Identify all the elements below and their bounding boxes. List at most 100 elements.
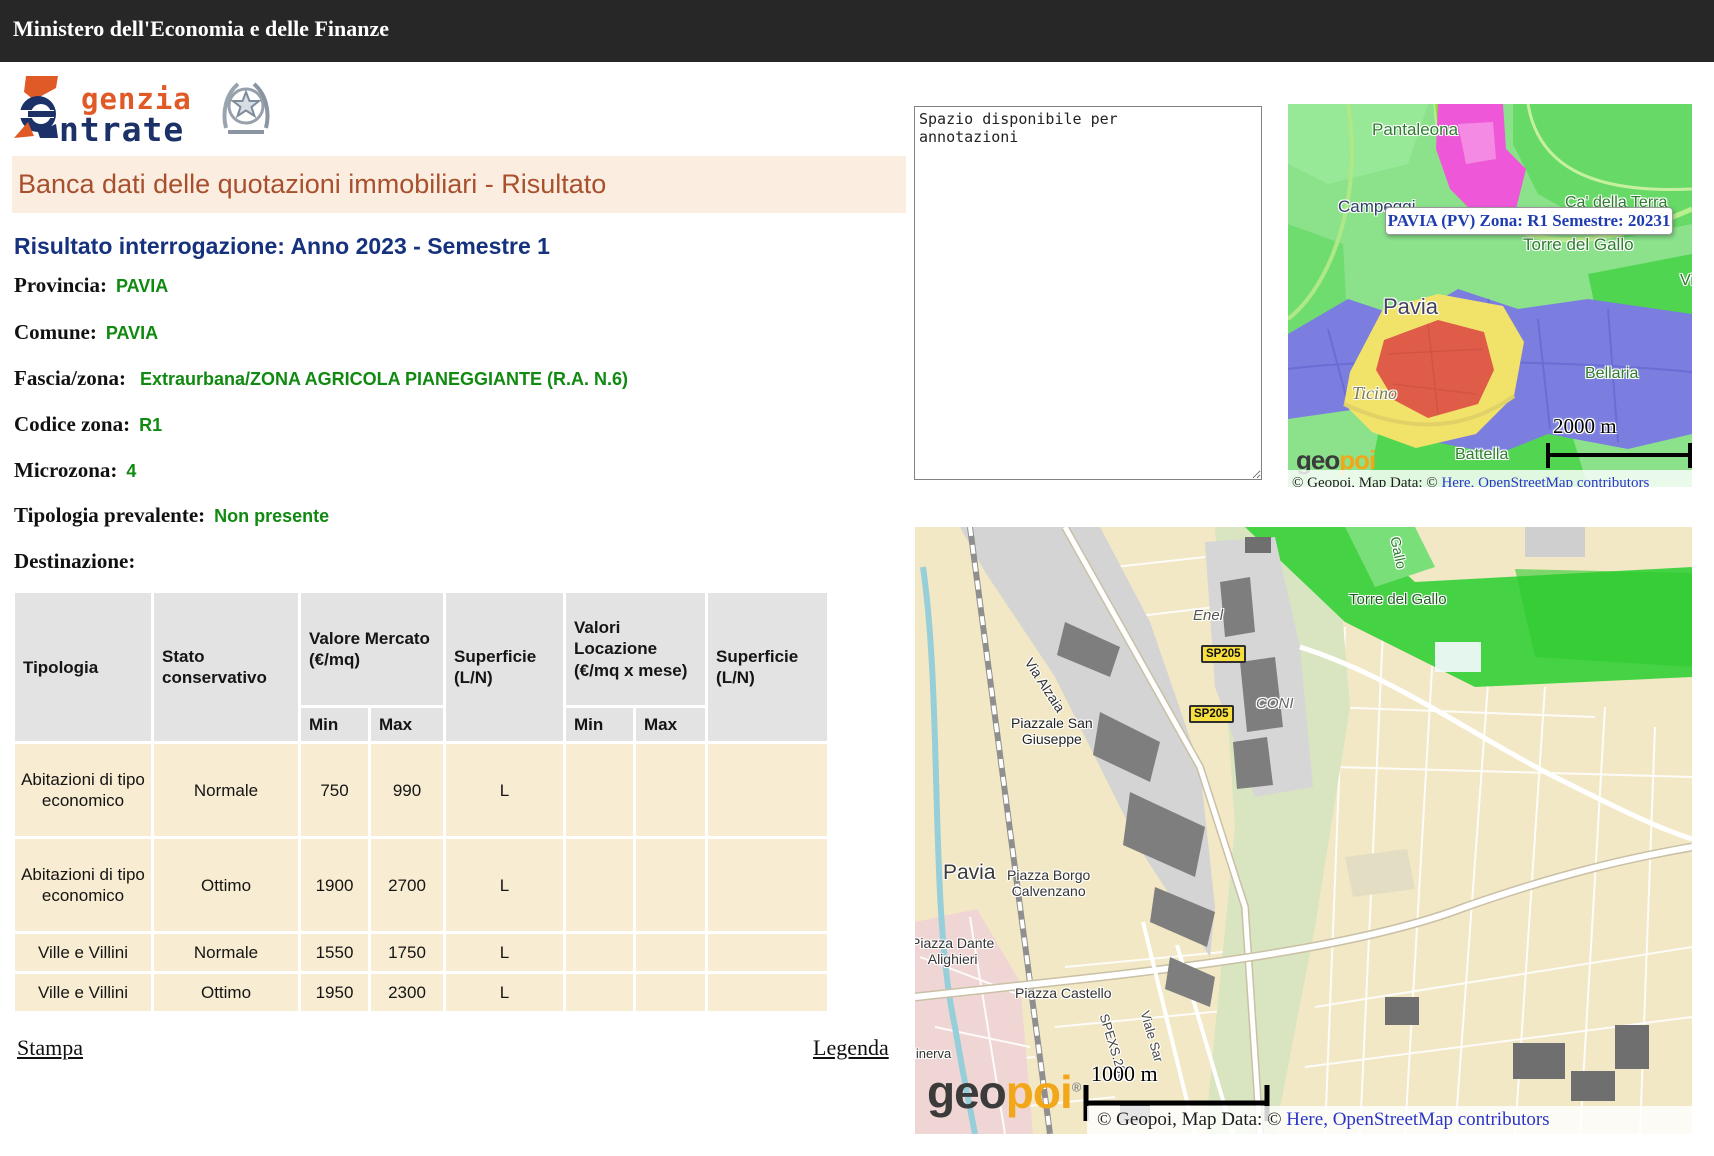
cell-stato: Normale: [154, 934, 298, 971]
field-label: Destinazione:: [14, 549, 135, 573]
logo-text-entrate: ntrate: [59, 110, 184, 149]
col-header-superficie-2: Superficie (L/N): [708, 593, 827, 741]
field-value: Non presente: [214, 506, 329, 526]
cell-stato: Normale: [154, 744, 298, 836]
street-detail-map[interactable]: Via Alzaia Piazzale San Giuseppe Enel SP…: [915, 527, 1692, 1134]
stampa-link[interactable]: Stampa: [17, 1035, 83, 1061]
cell-vm-min: 750: [301, 744, 368, 836]
agenzia-entrate-logo: genzia ntrate: [12, 74, 302, 146]
field-label: Tipologia prevalente:: [14, 503, 205, 527]
field-value: Extraurbana/ZONA AGRICOLA PIANEGGIANTE (…: [140, 369, 628, 389]
cell-stato: Ottimo: [154, 974, 298, 1011]
cell-tipologia: Ville e Villini: [15, 934, 151, 971]
col-header-valore-mercato: Valore Mercato (€/mq): [301, 593, 443, 705]
cell-vm-max: 2300: [371, 974, 443, 1011]
cell-vm-min: 1900: [301, 839, 368, 931]
cell-vm-max: 990: [371, 744, 443, 836]
page-title-banner: Banca dati delle quotazioni immobiliari …: [12, 156, 906, 213]
field-label: Provincia:: [14, 273, 107, 297]
table-row: Ville e Villini Ottimo 1950 2300 L: [15, 974, 827, 1011]
cell-tipologia: Ville e Villini: [15, 974, 151, 1011]
geopoi-logo-poi: poi: [1006, 1066, 1072, 1118]
legenda-link[interactable]: Legenda: [813, 1035, 889, 1061]
street-detail-map-graphics: [915, 527, 1692, 1134]
cell-vl-max: [636, 934, 705, 971]
cell-superficie: L: [446, 839, 563, 931]
destinazione-table: Tipologia Stato conservativo Valore Merc…: [12, 590, 830, 1014]
col-header-vl-min: Min: [566, 708, 633, 741]
italy-emblem-icon: [218, 76, 274, 140]
here-link[interactable]: Here,: [1441, 475, 1474, 487]
cell-vm-max: 2700: [371, 839, 443, 931]
zone-overview-map[interactable]: Pantaleona Campeggi Ca' della Terra Torr…: [1288, 104, 1692, 487]
sp205-road-badge: SP205: [1201, 645, 1246, 663]
field-destinazione: Destinazione:: [14, 549, 135, 574]
field-fascia-zona: Fascia/zona: Extraurbana/ZONA AGRICOLA PI…: [14, 366, 628, 391]
cell-superficie-2: [708, 974, 827, 1011]
cell-vm-max: 1750: [371, 934, 443, 971]
attribution-text: © Geopoi, Map Data: ©: [1292, 475, 1441, 487]
table-row: Abitazioni di tipo economico Ottimo 1900…: [15, 839, 827, 931]
cell-tipologia: Abitazioni di tipo economico: [15, 839, 151, 931]
cell-vm-min: 1550: [301, 934, 368, 971]
geopoi-logo-geo: geo: [927, 1066, 1006, 1118]
col-header-valori-locazione: Valori Locazione (€/mq x mese): [566, 593, 705, 705]
page: Ministero dell'Economia e delle Finanze …: [0, 0, 1714, 1156]
field-label: Comune:: [14, 320, 97, 344]
cell-vl-max: [636, 744, 705, 836]
geopoi-logo: geopoi®: [927, 1065, 1081, 1119]
cell-vl-max: [636, 974, 705, 1011]
cell-vl-min: [566, 744, 633, 836]
field-value: PAVIA: [116, 276, 168, 296]
field-codice-zona: Codice zona: R1: [14, 412, 162, 437]
here-link[interactable]: Here,: [1286, 1109, 1328, 1130]
field-tipologia-prevalente: Tipologia prevalente: Non presente: [14, 503, 329, 528]
field-label: Codice zona:: [14, 412, 130, 436]
cell-superficie-2: [708, 934, 827, 971]
table-row: Ville e Villini Normale 1550 1750 L: [15, 934, 827, 971]
cell-superficie-2: [708, 744, 827, 836]
field-provincia: Provincia: PAVIA: [14, 273, 168, 298]
cell-superficie-2: [708, 839, 827, 931]
attribution-text: © Geopoi, Map Data: ©: [1097, 1109, 1286, 1130]
zone-overview-map-graphics: [1288, 104, 1692, 487]
field-comune: Comune: PAVIA: [14, 320, 158, 345]
col-header-tipologia: Tipologia: [15, 593, 151, 741]
col-header-vm-min: Min: [301, 708, 368, 741]
col-header-vm-max: Max: [371, 708, 443, 741]
ministry-header-bar: Ministero dell'Economia e delle Finanze: [0, 0, 1714, 62]
map-attribution: © Geopoi, Map Data: © Here, OpenStreetMa…: [1288, 470, 1692, 487]
ministry-title: Ministero dell'Economia e delle Finanze: [13, 16, 389, 42]
map-attribution: © Geopoi, Map Data: © Here, OpenStreetMa…: [1087, 1106, 1692, 1134]
cell-tipologia: Abitazioni di tipo economico: [15, 744, 151, 836]
annotations-textarea[interactable]: Spazio disponibile per annotazioni: [914, 106, 1262, 480]
cell-superficie: L: [446, 744, 563, 836]
result-heading: Risultato interrogazione: Anno 2023 - Se…: [14, 233, 550, 260]
scale-bar: [1544, 438, 1692, 472]
col-header-superficie: Superficie (L/N): [446, 593, 563, 741]
cell-stato: Ottimo: [154, 839, 298, 931]
field-label: Fascia/zona:: [14, 366, 126, 390]
cell-vl-min: [566, 934, 633, 971]
cell-vl-max: [636, 839, 705, 931]
col-header-vl-max: Max: [636, 708, 705, 741]
zone-tooltip: PAVIA (PV) Zona: R1 Semestre: 20231: [1385, 207, 1673, 235]
page-title: Banca dati delle quotazioni immobiliari …: [18, 169, 606, 199]
scale-label: 2000 m: [1553, 414, 1617, 439]
sp205-road-badge: SP205: [1189, 705, 1234, 723]
cell-vm-min: 1950: [301, 974, 368, 1011]
openstreetmap-link[interactable]: OpenStreetMap contributors: [1333, 1109, 1550, 1130]
cell-superficie: L: [446, 974, 563, 1011]
openstreetmap-link[interactable]: OpenStreetMap contributors: [1478, 475, 1649, 487]
table-row: Abitazioni di tipo economico Normale 750…: [15, 744, 827, 836]
field-label: Microzona:: [14, 458, 117, 482]
field-value: 4: [126, 461, 136, 481]
field-microzona: Microzona: 4: [14, 458, 136, 483]
cell-vl-min: [566, 974, 633, 1011]
field-value: PAVIA: [106, 323, 158, 343]
geopoi-logo-r: ®: [1072, 1080, 1082, 1095]
cell-superficie: L: [446, 934, 563, 971]
col-header-stato: Stato conservativo: [154, 593, 298, 741]
cell-vl-min: [566, 839, 633, 931]
field-value: R1: [139, 415, 162, 435]
